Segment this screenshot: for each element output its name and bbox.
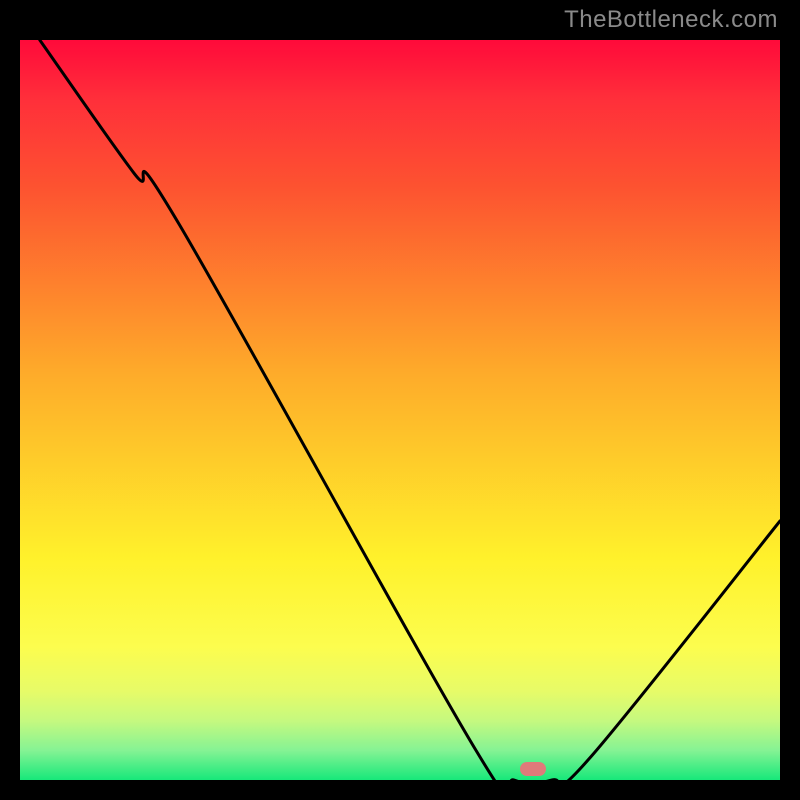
chart-container: TheBottleneck.com <box>0 0 800 800</box>
frame-right <box>780 0 800 800</box>
optimal-marker <box>520 762 547 777</box>
frame-left <box>0 0 20 800</box>
watermark-text: TheBottleneck.com <box>564 6 778 34</box>
frame-bottom <box>0 780 800 800</box>
bottleneck-curve <box>20 40 780 780</box>
